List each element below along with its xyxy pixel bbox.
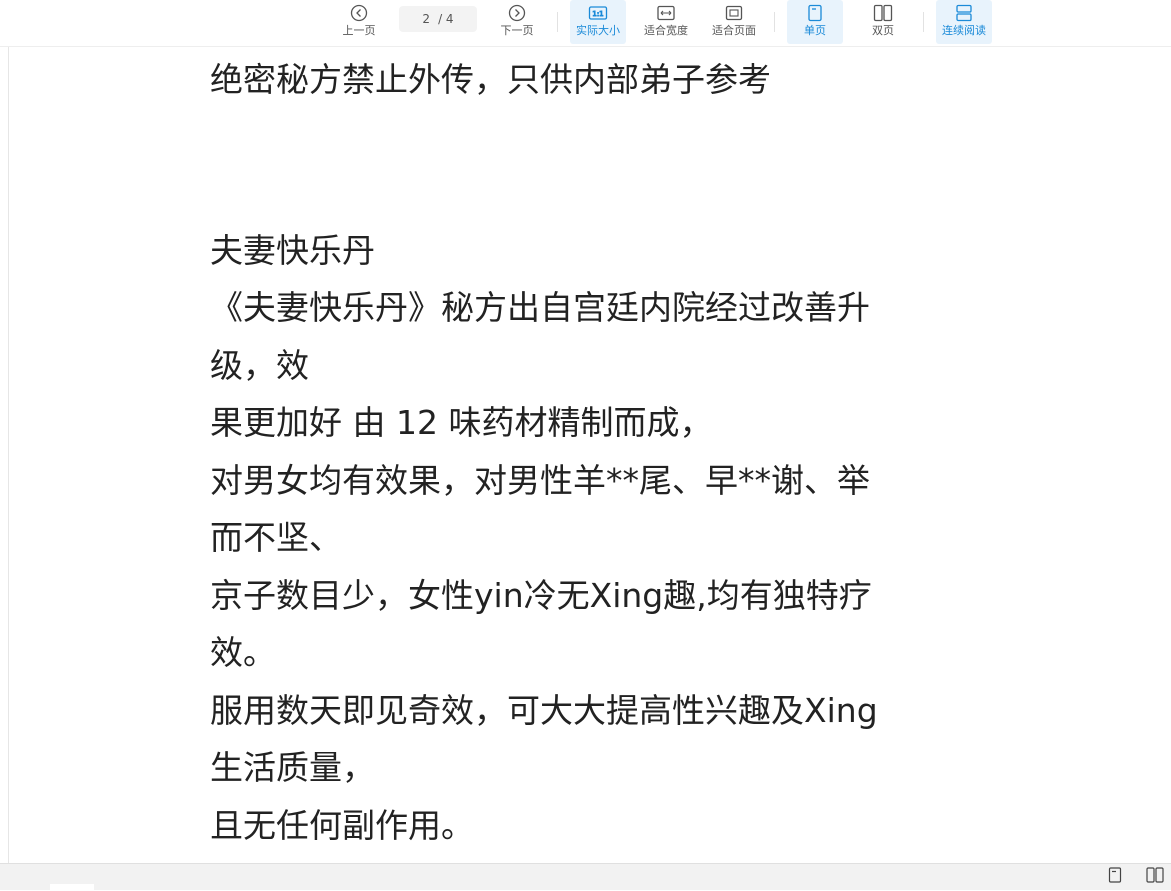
statusbar-single-page-button[interactable] (1105, 867, 1125, 887)
doc-line: 而不坚、 (210, 518, 342, 557)
single-page-icon (804, 3, 826, 23)
fit-page-icon (723, 3, 745, 23)
actual-size-glyph: 1:1 (592, 10, 603, 18)
chevron-right-circle-icon (506, 3, 528, 23)
total-page-number: / 4 (438, 12, 454, 26)
fit-page-button[interactable]: 适合页面 (707, 0, 761, 44)
next-page-button[interactable]: 下一页 (495, 0, 539, 44)
double-page-icon (872, 3, 894, 23)
doc-line-blank (210, 109, 970, 167)
toolbar-divider (923, 12, 924, 32)
continuous-reading-label: 连续阅读 (942, 24, 986, 37)
doc-line: 效。 (210, 633, 276, 672)
fit-width-button[interactable]: 适合宽度 (639, 0, 693, 44)
single-page-button[interactable]: 单页 (787, 0, 843, 44)
actual-size-button[interactable]: 1:1 实际大小 (570, 0, 626, 44)
doc-line: 《夫妻快乐丹》秘方出自宫廷内院经过改善升 (210, 288, 870, 327)
prev-page-label: 上一页 (342, 24, 376, 37)
doc-line: 服用数天即见奇效，可大大提高性兴趣及Xing (210, 690, 878, 730)
page-edge (8, 47, 9, 863)
statusbar-double-page-button[interactable] (1145, 867, 1165, 887)
viewer-toolbar: 上一页 2 / 4 下一页 1:1 实际大小 适合宽度 适合页面 单页 双页 连… (0, 0, 1171, 47)
double-page-icon (1146, 867, 1164, 887)
continuous-reading-button[interactable]: 连续阅读 (936, 0, 992, 44)
toolbar-divider (774, 12, 775, 32)
actual-size-icon: 1:1 (587, 3, 609, 23)
status-bar (0, 863, 1171, 891)
doc-line: 且无任何副作用。 (210, 805, 474, 845)
doc-line: 京子数目少，女性yin冷无Xing趣,均有独特疗 (210, 575, 872, 615)
single-page-label: 单页 (804, 24, 826, 37)
continuous-reading-icon (953, 3, 975, 23)
current-page-number: 2 (422, 12, 431, 26)
doc-line: 果更加好 由 12 味药材精制而成， (210, 403, 713, 442)
document-page-text: 绝密秘方禁止外传，只供内部弟子参考 夫妻快乐丹 《夫妻快乐丹》秘方出自宫廷内院经… (210, 51, 970, 854)
doc-line: 生活质量， (210, 748, 375, 787)
doc-line-blank (210, 166, 970, 224)
double-page-label: 双页 (872, 24, 894, 37)
page-number-input[interactable]: 2 / 4 (399, 6, 477, 32)
chevron-left-circle-icon (348, 3, 370, 23)
doc-heading: 夫妻快乐丹 (210, 230, 375, 270)
doc-line: 绝密秘方禁止外传，只供内部弟子参考 (210, 60, 771, 99)
doc-line: 对男女均有效果，对男性羊**尾、早**谢、举 (210, 460, 870, 500)
toolbar-divider (557, 12, 558, 32)
prev-page-button[interactable]: 上一页 (337, 0, 381, 44)
doc-line: 级，效 (210, 345, 309, 385)
next-page-label: 下一页 (500, 24, 534, 37)
single-page-icon (1108, 867, 1122, 887)
fit-width-icon (655, 3, 677, 23)
fit-width-label: 适合宽度 (644, 24, 688, 37)
document-viewport[interactable]: 绝密秘方禁止外传，只供内部弟子参考 夫妻快乐丹 《夫妻快乐丹》秘方出自宫廷内院经… (0, 47, 1171, 863)
fit-page-label: 适合页面 (712, 24, 756, 37)
double-page-button[interactable]: 双页 (855, 0, 911, 44)
actual-size-label: 实际大小 (576, 24, 620, 37)
